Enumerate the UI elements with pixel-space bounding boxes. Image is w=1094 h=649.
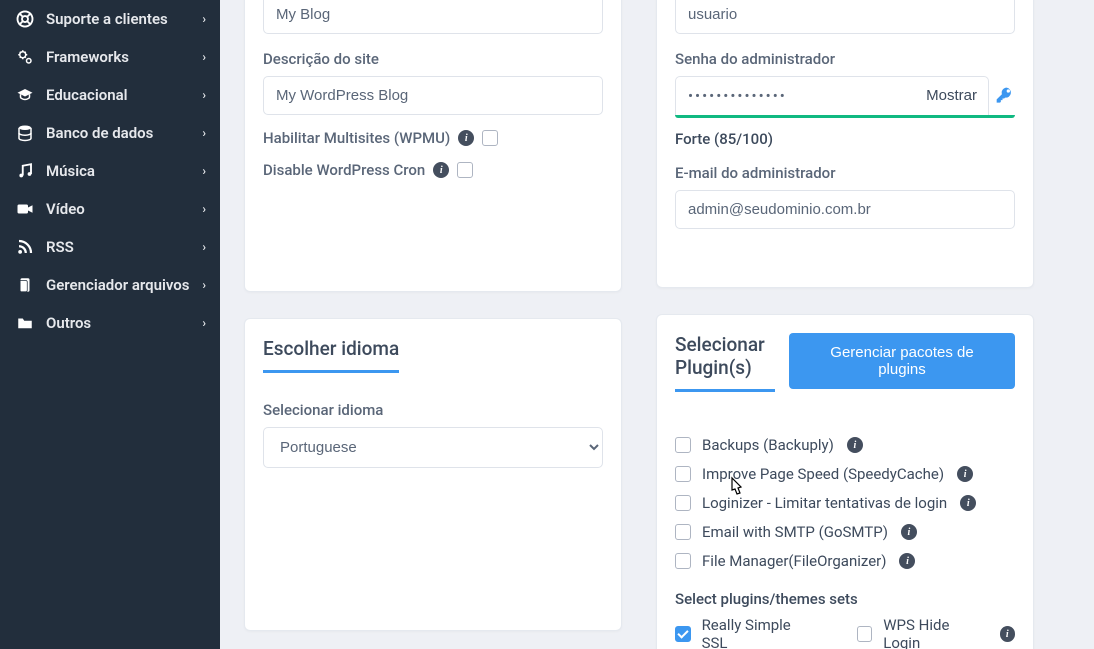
- sidebar-item-support[interactable]: Suporte a clientes ›: [0, 0, 220, 38]
- sidebar-item-others[interactable]: Outros ›: [0, 304, 220, 342]
- chevron-right-icon: ›: [202, 202, 206, 216]
- sidebar-item-label: Frameworks: [46, 48, 129, 66]
- sidebar-item-video[interactable]: Vídeo ›: [0, 190, 220, 228]
- sidebar: Suporte a clientes › Frameworks › Educac…: [0, 0, 220, 649]
- plugin-row: Backups (Backuply) i: [675, 436, 1015, 454]
- video-icon: [16, 200, 34, 218]
- admin-email-input[interactable]: [675, 190, 1015, 229]
- lifebuoy-icon: [16, 10, 34, 28]
- site-desc-input[interactable]: [263, 76, 603, 115]
- folder-open-icon: [16, 314, 34, 332]
- graduation-cap-icon: [16, 86, 34, 104]
- info-icon[interactable]: i: [901, 524, 917, 540]
- plugin-checkbox[interactable]: [675, 437, 691, 453]
- plugin-set-label: Really Simple SSL: [702, 616, 817, 649]
- manage-plugin-packs-button[interactable]: Gerenciar pacotes de plugins: [789, 333, 1015, 389]
- plugin-sets-label: Select plugins/themes sets: [675, 590, 1015, 608]
- disable-cron-checkbox[interactable]: [457, 162, 473, 178]
- sidebar-item-label: Suporte a clientes: [46, 10, 168, 28]
- sidebar-item-label: Vídeo: [46, 200, 85, 218]
- admin-user-input[interactable]: [675, 0, 1015, 34]
- main-content: Descrição do site Habilitar Multisites (…: [220, 0, 1094, 649]
- sidebar-item-label: Outros: [46, 314, 91, 332]
- site-settings-card: Descrição do site Habilitar Multisites (…: [244, 0, 622, 292]
- info-icon[interactable]: i: [847, 437, 863, 453]
- show-password-button[interactable]: Mostrar: [926, 87, 977, 104]
- site-name-input[interactable]: [263, 0, 603, 34]
- plugin-row: Improve Page Speed (SpeedyCache) i: [675, 465, 1015, 483]
- plugin-checkbox[interactable]: [675, 553, 691, 569]
- plugin-checkbox[interactable]: [675, 524, 691, 540]
- clipboard-icon: [16, 276, 34, 294]
- sidebar-item-frameworks[interactable]: Frameworks ›: [0, 38, 220, 76]
- plugin-checkbox[interactable]: [675, 466, 691, 482]
- info-icon[interactable]: i: [1000, 626, 1015, 642]
- sidebar-item-educational[interactable]: Educacional ›: [0, 76, 220, 114]
- sidebar-item-music[interactable]: Música ›: [0, 152, 220, 190]
- disable-cron-label: Disable WordPress Cron: [263, 161, 425, 179]
- sidebar-item-rss[interactable]: RSS ›: [0, 228, 220, 266]
- plugin-row: Email with SMTP (GoSMTP) i: [675, 523, 1015, 541]
- chevron-right-icon: ›: [202, 240, 206, 254]
- plugin-label: Improve Page Speed (SpeedyCache): [702, 465, 944, 483]
- sidebar-item-label: RSS: [46, 238, 74, 256]
- info-icon[interactable]: i: [960, 495, 976, 511]
- plugins-card: Selecionar Plugin(s) Gerenciar pacotes d…: [656, 314, 1034, 649]
- sidebar-item-filemanager[interactable]: Gerenciador arquivos ›: [0, 266, 220, 304]
- plugin-label: Email with SMTP (GoSMTP): [702, 523, 888, 541]
- music-icon: [16, 162, 34, 180]
- plugin-label: Loginizer - Limitar tentativas de login: [702, 494, 947, 512]
- plugin-label: Backups (Backuply): [702, 436, 834, 454]
- rss-icon: [16, 238, 34, 256]
- sidebar-item-label: Gerenciador arquivos: [46, 276, 190, 294]
- multisite-checkbox[interactable]: [482, 130, 498, 146]
- admin-email-label: E-mail do administrador: [675, 164, 1015, 182]
- gears-icon: [16, 48, 34, 66]
- password-strength-text: Forte (85/100): [675, 130, 1015, 148]
- password-strength-bar: [675, 115, 1015, 118]
- plugin-checkbox[interactable]: [675, 495, 691, 511]
- info-icon[interactable]: i: [899, 553, 915, 569]
- chevron-right-icon: ›: [202, 126, 206, 140]
- plugin-set-row: WPS Hide Login i: [857, 616, 1015, 649]
- chevron-right-icon: ›: [202, 278, 206, 292]
- language-select[interactable]: Portuguese: [263, 427, 603, 468]
- chevron-right-icon: ›: [202, 12, 206, 26]
- language-card: Escolher idioma Selecionar idioma Portug…: [244, 318, 622, 631]
- sidebar-item-label: Banco de dados: [46, 124, 153, 142]
- chevron-right-icon: ›: [202, 50, 206, 64]
- plugin-row: Loginizer - Limitar tentativas de login …: [675, 494, 1015, 512]
- info-icon[interactable]: i: [433, 162, 449, 178]
- plugin-label: File Manager(FileOrganizer): [702, 552, 886, 570]
- chevron-right-icon: ›: [202, 88, 206, 102]
- select-language-label: Selecionar idioma: [263, 401, 603, 419]
- info-icon[interactable]: i: [957, 466, 973, 482]
- admin-pass-label: Senha do administrador: [675, 50, 1015, 68]
- plugin-set-checkbox[interactable]: [675, 626, 691, 642]
- site-desc-label: Descrição do site: [263, 50, 603, 68]
- multisite-label: Habilitar Multisites (WPMU): [263, 129, 450, 147]
- info-icon[interactable]: i: [458, 130, 474, 146]
- language-title: Escolher idioma: [263, 337, 399, 373]
- sidebar-item-label: Música: [46, 162, 95, 180]
- plugin-row: File Manager(FileOrganizer) i: [675, 552, 1015, 570]
- admin-settings-card: Senha do administrador •••••••••••••• Mo…: [656, 0, 1034, 288]
- chevron-right-icon: ›: [202, 316, 206, 330]
- plugins-title: Selecionar Plugin(s): [675, 333, 775, 392]
- key-icon[interactable]: [995, 86, 1015, 106]
- chevron-right-icon: ›: [202, 164, 206, 178]
- plugin-set-label: WPS Hide Login: [883, 616, 986, 649]
- sidebar-item-label: Educacional: [46, 86, 128, 104]
- sidebar-item-database[interactable]: Banco de dados ›: [0, 114, 220, 152]
- plugin-set-row: Really Simple SSL: [675, 616, 817, 649]
- plugin-set-checkbox[interactable]: [857, 626, 873, 642]
- database-icon: [16, 124, 34, 142]
